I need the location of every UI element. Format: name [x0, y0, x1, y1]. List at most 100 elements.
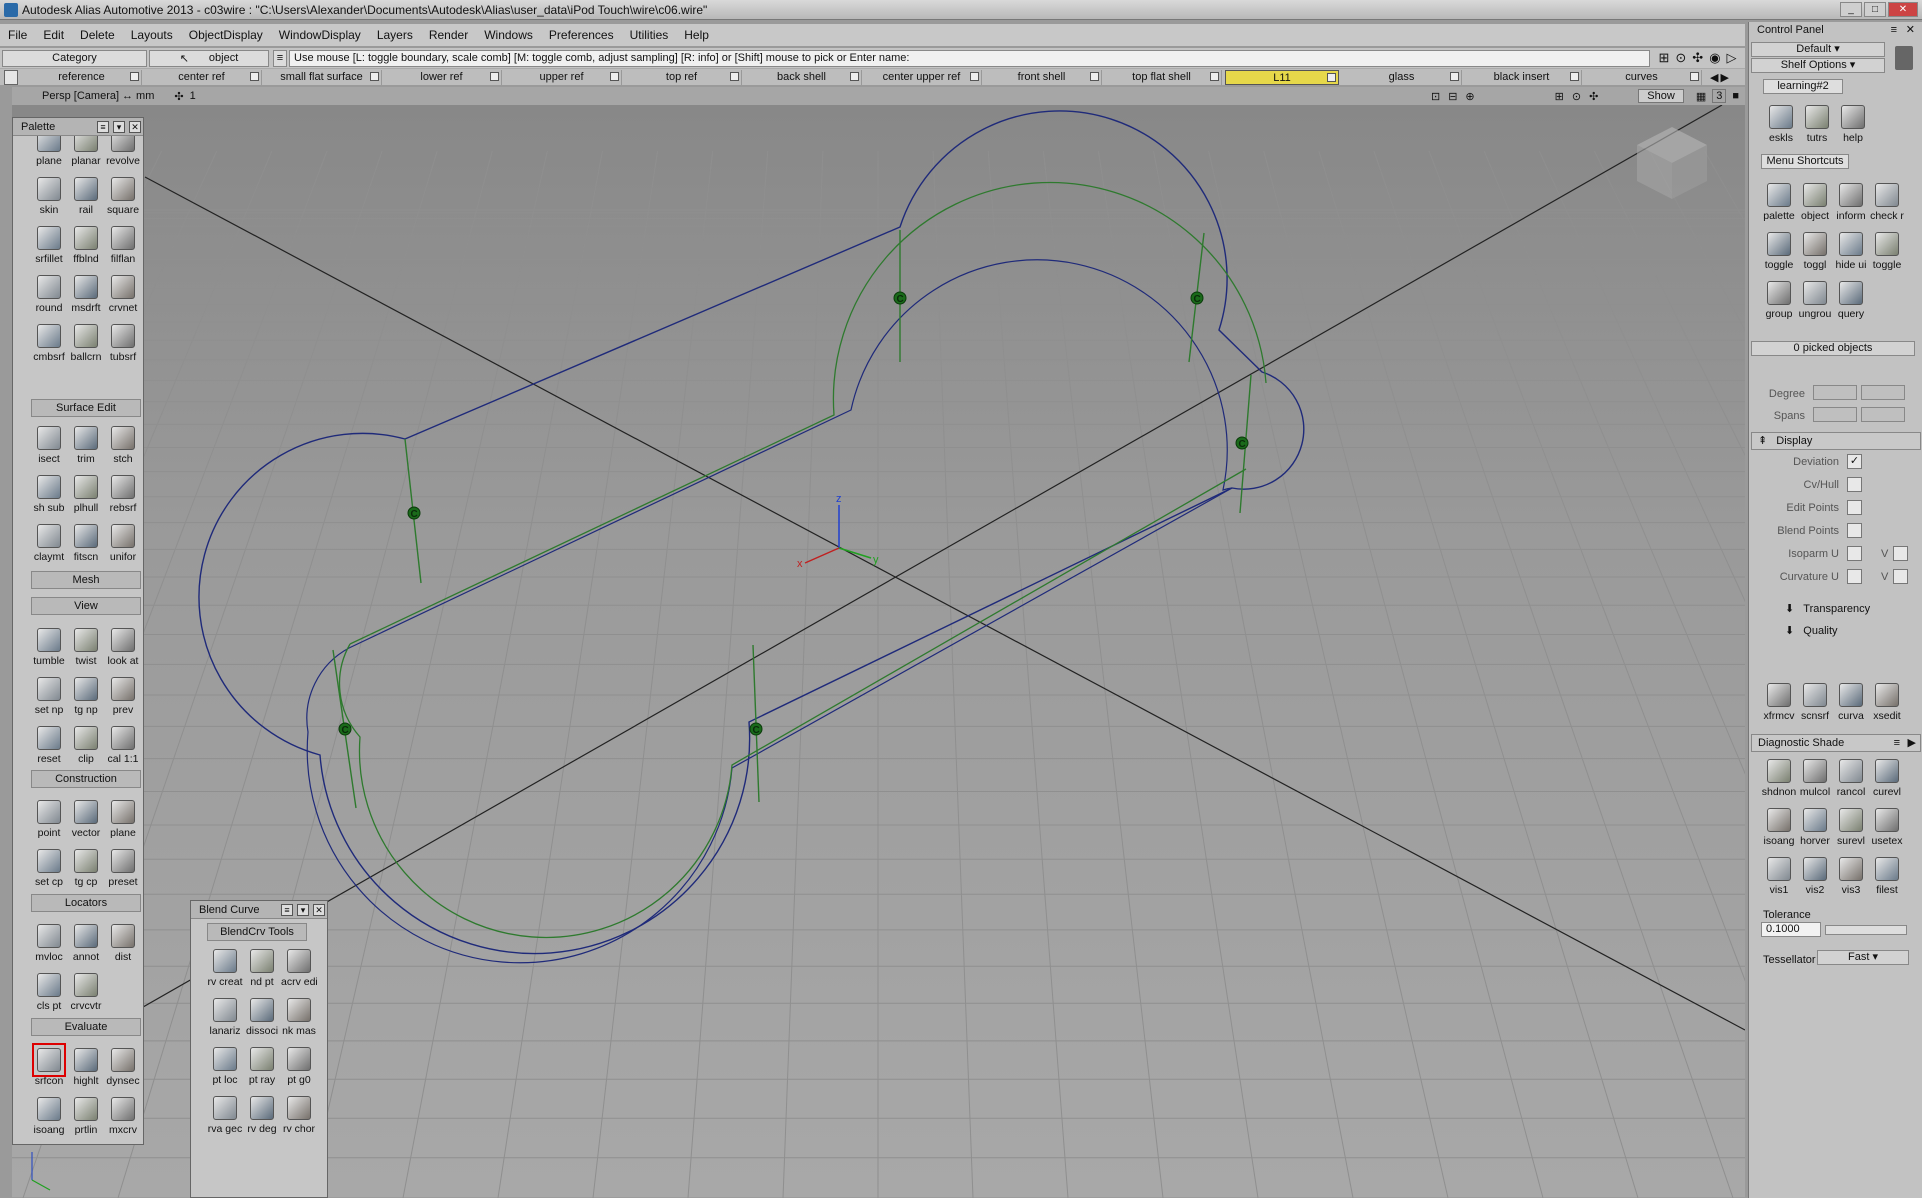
tool-rancol[interactable]: rancol [1833, 756, 1869, 804]
tool-look-at[interactable]: look at [105, 624, 141, 672]
tool-mvloc[interactable]: mvloc [31, 920, 67, 968]
tool-inform[interactable]: inform [1833, 180, 1869, 228]
shelf-tab-glass[interactable]: glass [1342, 69, 1462, 85]
blend-close-icon[interactable]: ✕ [313, 904, 325, 916]
default-select[interactable]: Default ▾ [1751, 42, 1885, 57]
tool-toggle[interactable]: toggle [1761, 229, 1797, 277]
tool-rv-creat[interactable]: rv creat [207, 945, 243, 993]
transparency-row[interactable]: ⬇ Transparency [1785, 602, 1870, 615]
cp-menu-icon[interactable]: ≡ [1891, 22, 1897, 38]
tool-cls-pt[interactable]: cls pt [31, 969, 67, 1017]
tool-square[interactable]: square [105, 173, 141, 221]
tool-fitscn[interactable]: fitscn [68, 520, 104, 568]
menu-help[interactable]: Help [676, 28, 717, 42]
menu-layouts[interactable]: Layouts [123, 28, 181, 42]
tool-tutrs[interactable]: tutrs [1799, 102, 1835, 150]
tool-usetex[interactable]: usetex [1869, 805, 1905, 853]
tool-point[interactable]: point [31, 796, 67, 844]
tool-srfcon[interactable]: srfcon [31, 1043, 67, 1092]
display-item-v-checkbox[interactable] [1893, 569, 1908, 584]
tool-plane[interactable]: plane [105, 796, 141, 844]
degree-field-2[interactable] [1861, 385, 1905, 400]
tessellator-select[interactable]: Fast ▾ [1817, 950, 1909, 965]
tool-check-r[interactable]: check r [1869, 180, 1905, 228]
tool-tg-cp[interactable]: tg cp [68, 845, 104, 893]
spans-field-2[interactable] [1861, 407, 1905, 422]
blend-menu-icon[interactable]: ≡ [281, 904, 293, 916]
tool-crvcvtr[interactable]: crvcvtr [68, 969, 104, 1017]
section-construction[interactable]: Construction [31, 770, 141, 788]
tool-dist[interactable]: dist [105, 920, 141, 968]
tool-isoang[interactable]: isoang [31, 1093, 67, 1141]
show-button[interactable]: Show [1638, 89, 1684, 103]
tool-tubsrf[interactable]: tubsrf [105, 320, 141, 368]
tolerance-field[interactable]: 0.1000 [1761, 922, 1821, 937]
tool-lanariz[interactable]: lanariz [207, 994, 243, 1042]
cp-close-icon[interactable]: ✕ [1906, 22, 1915, 38]
tool-rv-chor[interactable]: rv chor [281, 1092, 317, 1140]
tool-isoang[interactable]: isoang [1761, 805, 1797, 853]
tool-sh-sub[interactable]: sh sub [31, 471, 67, 519]
tool-dissoci[interactable]: dissoci [244, 994, 280, 1042]
display-item-checkbox[interactable] [1847, 523, 1862, 538]
palette-titlebar[interactable]: Palette ≡ ▾ ✕ [13, 118, 143, 136]
tool-preset[interactable]: preset [105, 845, 141, 893]
menu-preferences[interactable]: Preferences [541, 28, 622, 42]
view-grid-icon[interactable]: ▦ [1696, 90, 1706, 103]
tool-mulcol[interactable]: mulcol [1797, 756, 1833, 804]
tool-scnsrf[interactable]: scnsrf [1797, 680, 1833, 728]
layer-icon[interactable]: ✣ [174, 90, 183, 103]
trash-icon[interactable] [1895, 46, 1913, 70]
tool-prev[interactable]: prev [105, 673, 141, 721]
section-view[interactable]: View [31, 597, 141, 615]
menu-delete[interactable]: Delete [72, 28, 123, 42]
tool-vis2[interactable]: vis2 [1797, 854, 1833, 902]
shelf-tab-top-flat-shell[interactable]: top flat shell [1102, 69, 1222, 85]
green-edge-curves[interactable] [338, 181, 1267, 939]
prompt-line[interactable]: Use mouse [L: toggle boundary, scale com… [289, 49, 1650, 67]
tool-revolve[interactable]: revolve [105, 136, 141, 172]
diagnostic-shade-header[interactable]: Diagnostic Shade ≡ ▶ [1751, 734, 1921, 752]
tool-claymt[interactable]: claymt [31, 520, 67, 568]
blend-collapse-icon[interactable]: ▾ [297, 904, 309, 916]
palette-menu-icon[interactable]: ≡ [97, 121, 109, 133]
tool-xfrmcv[interactable]: xfrmcv [1761, 680, 1797, 728]
section-surface-edit[interactable]: Surface Edit [31, 399, 141, 417]
section-locators[interactable]: Locators [31, 894, 141, 912]
tool-nd-pt[interactable]: nd pt [244, 945, 280, 993]
tool-dynsec[interactable]: dynsec [105, 1044, 141, 1092]
picked-objects-field[interactable]: 0 picked objects [1751, 341, 1915, 356]
display-item-checkbox[interactable]: ✓ [1847, 454, 1862, 469]
diag-menu-icon[interactable]: ≡ [1894, 735, 1900, 751]
menu-layers[interactable]: Layers [369, 28, 421, 42]
tool-vis1[interactable]: vis1 [1761, 854, 1797, 902]
blend-tab[interactable]: BlendCrv Tools [207, 923, 307, 941]
tool-hide-ui[interactable]: hide ui [1833, 229, 1869, 277]
view-cube[interactable] [1637, 127, 1707, 199]
tool-plhull[interactable]: plhull [68, 471, 104, 519]
tool-set-np[interactable]: set np [31, 673, 67, 721]
tool-toggl[interactable]: toggl [1797, 229, 1833, 277]
tool-stch[interactable]: stch [105, 422, 141, 470]
tool-unifor[interactable]: unifor [105, 520, 141, 568]
tool-horver[interactable]: horver [1797, 805, 1833, 853]
look-icon[interactable]: ⊞ [1555, 90, 1564, 103]
spans-field[interactable] [1813, 407, 1857, 422]
palette-collapse-icon[interactable]: ▾ [113, 121, 125, 133]
shelf-tab-small-flat-surface[interactable]: small flat surface [262, 69, 382, 85]
tool-cal-1-1[interactable]: cal 1:1 [105, 722, 141, 770]
tool-plane[interactable]: plane [31, 136, 67, 172]
degree-field[interactable] [1813, 385, 1857, 400]
tool-crvnet[interactable]: crvnet [105, 271, 141, 319]
dolly-icon[interactable]: ⊙ [1572, 90, 1581, 103]
view-number[interactable]: 3 [1712, 89, 1727, 103]
menu-utilities[interactable]: Utilities [622, 28, 677, 42]
tool-pt-ray[interactable]: pt ray [244, 1043, 280, 1091]
cv-markers[interactable]: C C C C C C [338, 291, 1249, 736]
tool-tumble[interactable]: tumble [31, 624, 67, 672]
tumble-view-icon[interactable]: ✣ [1589, 90, 1598, 103]
shelf-scroll-right-icon[interactable]: ▶ [1720, 71, 1728, 84]
shelf-scroll-left-icon[interactable]: ◀ [1710, 71, 1718, 84]
close-button[interactable]: ✕ [1888, 2, 1918, 17]
record-icon[interactable]: ◉ [1709, 50, 1720, 66]
